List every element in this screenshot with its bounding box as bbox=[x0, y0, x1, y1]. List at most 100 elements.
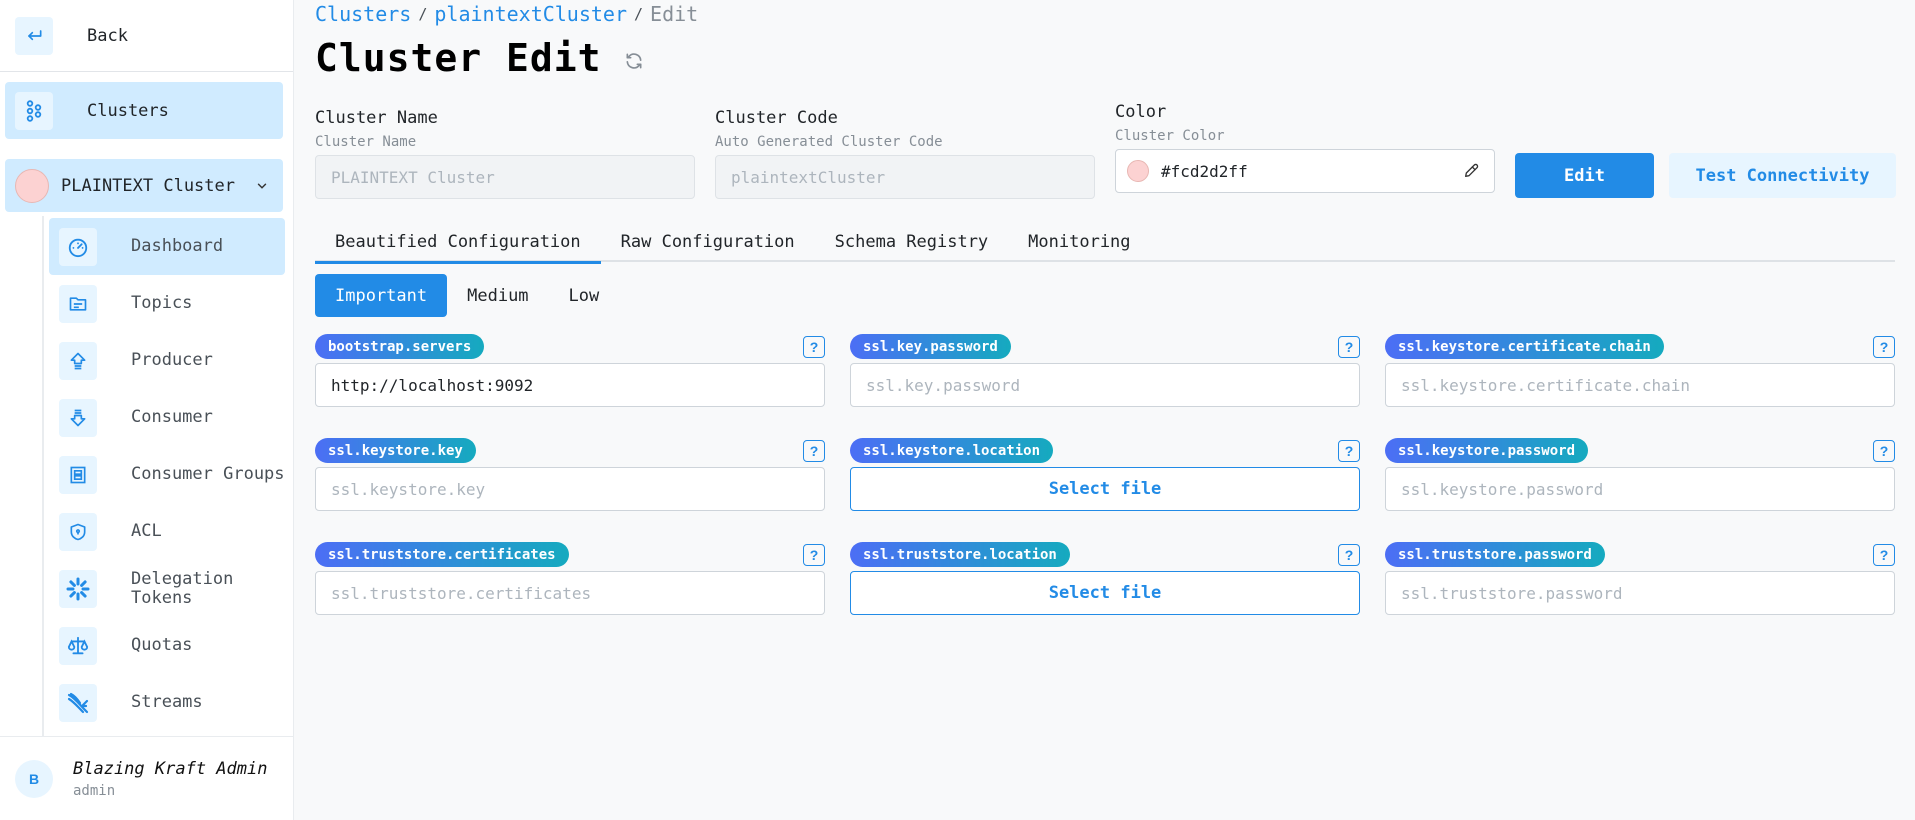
config-value-input[interactable] bbox=[315, 571, 825, 615]
cluster-name-input[interactable]: PLAINTEXT Cluster bbox=[315, 155, 695, 199]
tab-monitoring[interactable]: Monitoring bbox=[1008, 222, 1150, 262]
config-item: ssl.keystore.location? Select file bbox=[850, 438, 1360, 513]
config-value-input[interactable] bbox=[850, 363, 1360, 407]
cluster-name-field: Cluster Name Cluster Name PLAINTEXT Clus… bbox=[315, 108, 695, 199]
color-field: Color Cluster Color #fcd2d2ff bbox=[1115, 102, 1495, 193]
producer-icon bbox=[59, 341, 97, 380]
help-icon[interactable]: ? bbox=[1338, 543, 1360, 566]
sidebar-item-quotas[interactable]: Quotas bbox=[49, 617, 285, 674]
help-icon[interactable]: ? bbox=[1338, 439, 1360, 462]
breadcrumb-cluster[interactable]: plaintextCluster bbox=[434, 2, 627, 26]
clusters-icon bbox=[15, 91, 53, 130]
select-file-button[interactable]: Select file bbox=[850, 467, 1360, 511]
avatar: B bbox=[15, 759, 53, 798]
sidebar-item-delegation-tokens[interactable]: Delegation Tokens bbox=[49, 560, 285, 617]
sidebar-item-label: ACL bbox=[131, 521, 162, 541]
tab-raw-configuration[interactable]: Raw Configuration bbox=[601, 222, 815, 262]
back-button[interactable]: Back bbox=[0, 0, 293, 72]
field-description: Cluster Name bbox=[315, 134, 417, 150]
sidebar-item-label: Producer bbox=[131, 350, 213, 370]
shield-icon bbox=[59, 512, 97, 551]
refresh-icon[interactable] bbox=[624, 51, 644, 71]
help-icon[interactable]: ? bbox=[1873, 439, 1895, 462]
sidebar-cluster-selector[interactable]: PLAINTEXT Cluster bbox=[5, 159, 283, 212]
sidebar: Back Clusters PLAINTEXT Cluster Dashboar… bbox=[0, 0, 294, 820]
eyedropper-icon[interactable] bbox=[1463, 163, 1479, 179]
config-item: ssl.truststore.location? Select file bbox=[850, 542, 1360, 617]
subtab-low[interactable]: Low bbox=[549, 274, 620, 317]
cluster-code-field: Cluster Code Auto Generated Cluster Code… bbox=[715, 108, 1095, 199]
cluster-name-label: PLAINTEXT Cluster bbox=[61, 175, 235, 196]
config-key-badge: bootstrap.servers bbox=[315, 334, 485, 359]
color-input[interactable]: #fcd2d2ff bbox=[1115, 149, 1495, 193]
config-key-badge: ssl.key.password bbox=[850, 334, 1011, 359]
config-key-badge: ssl.truststore.certificates bbox=[315, 542, 569, 567]
field-label: Cluster Name bbox=[315, 108, 438, 128]
sidebar-item-producer[interactable]: Producer bbox=[49, 332, 285, 389]
tab-schema-registry[interactable]: Schema Registry bbox=[815, 222, 1009, 262]
cluster-code-input[interactable]: plaintextCluster bbox=[715, 155, 1095, 199]
config-key-badge: ssl.keystore.location bbox=[850, 438, 1054, 463]
breadcrumb-separator: / bbox=[634, 5, 644, 23]
help-icon[interactable]: ? bbox=[1338, 335, 1360, 358]
config-key-badge: ssl.truststore.location bbox=[850, 542, 1070, 567]
page-title: Cluster Edit bbox=[315, 36, 602, 80]
field-description: Cluster Color bbox=[1115, 128, 1225, 144]
sidebar-item-streams[interactable]: Streams bbox=[49, 674, 285, 731]
sidebar-item-clusters[interactable]: Clusters bbox=[5, 82, 283, 139]
sidebar-item-acl[interactable]: ACL bbox=[49, 503, 285, 560]
breadcrumb: Clusters / plaintextCluster / Edit bbox=[315, 2, 698, 26]
help-icon[interactable]: ? bbox=[1873, 543, 1895, 566]
help-icon[interactable]: ? bbox=[1873, 335, 1895, 358]
config-key-badge: ssl.keystore.password bbox=[1385, 438, 1589, 463]
tab-beautified-configuration[interactable]: Beautified Configuration bbox=[315, 222, 601, 264]
clusters-label: Clusters bbox=[87, 100, 169, 121]
help-icon[interactable]: ? bbox=[803, 543, 825, 566]
config-item: bootstrap.servers? bbox=[315, 334, 825, 409]
sidebar-item-label: Consumer Groups bbox=[131, 464, 285, 484]
main-content: Clusters / plaintextCluster / Edit Clust… bbox=[315, 0, 1896, 820]
sidebar-item-label: Dashboard bbox=[131, 236, 224, 256]
help-icon[interactable]: ? bbox=[803, 335, 825, 358]
subtab-medium[interactable]: Medium bbox=[447, 274, 548, 317]
help-icon[interactable]: ? bbox=[803, 439, 825, 462]
config-tabs: Beautified Configuration Raw Configurati… bbox=[315, 222, 1895, 264]
config-key-badge: ssl.truststore.password bbox=[1385, 542, 1605, 567]
test-connectivity-button[interactable]: Test Connectivity bbox=[1669, 153, 1896, 198]
edit-button[interactable]: Edit bbox=[1515, 153, 1654, 198]
chevron-down-icon bbox=[255, 179, 269, 193]
config-item: ssl.keystore.key? bbox=[315, 438, 825, 513]
user-profile[interactable]: B Blazing Kraft Admin admin bbox=[0, 736, 294, 820]
config-value-input[interactable] bbox=[1385, 363, 1895, 407]
config-item: ssl.keystore.password? bbox=[1385, 438, 1895, 513]
streams-icon bbox=[59, 683, 97, 722]
sidebar-item-consumer-groups[interactable]: Consumer Groups bbox=[49, 446, 285, 503]
sidebar-item-label: Quotas bbox=[131, 635, 193, 655]
config-value-input[interactable] bbox=[1385, 467, 1895, 511]
subtab-important[interactable]: Important bbox=[315, 274, 448, 317]
sidebar-item-label: Consumer bbox=[131, 407, 213, 427]
sidebar-item-dashboard[interactable]: Dashboard bbox=[49, 218, 285, 275]
select-file-button[interactable]: Select file bbox=[850, 571, 1360, 615]
breadcrumb-clusters[interactable]: Clusters bbox=[315, 2, 411, 26]
cluster-color-dot bbox=[15, 168, 49, 203]
back-arrow-icon bbox=[15, 16, 53, 55]
color-swatch bbox=[1127, 160, 1149, 182]
config-key-badge: ssl.keystore.key bbox=[315, 438, 476, 463]
consumer-groups-icon bbox=[59, 455, 97, 494]
config-item: ssl.truststore.password? bbox=[1385, 542, 1895, 617]
dashboard-icon bbox=[59, 227, 97, 266]
user-role: admin bbox=[73, 782, 116, 799]
breadcrumb-current: Edit bbox=[650, 2, 699, 26]
importance-tabs: Important Medium Low bbox=[315, 274, 619, 317]
config-key-badge: ssl.keystore.certificate.chain bbox=[1385, 334, 1664, 359]
config-value-input[interactable] bbox=[315, 363, 825, 407]
delegation-icon bbox=[59, 569, 97, 608]
sidebar-item-consumer[interactable]: Consumer bbox=[49, 389, 285, 446]
config-value-input[interactable] bbox=[1385, 571, 1895, 615]
scale-icon bbox=[59, 626, 97, 665]
config-value-input[interactable] bbox=[315, 467, 825, 511]
sidebar-item-topics[interactable]: Topics bbox=[49, 275, 285, 332]
back-label: Back bbox=[87, 25, 128, 46]
breadcrumb-separator: / bbox=[418, 5, 428, 23]
